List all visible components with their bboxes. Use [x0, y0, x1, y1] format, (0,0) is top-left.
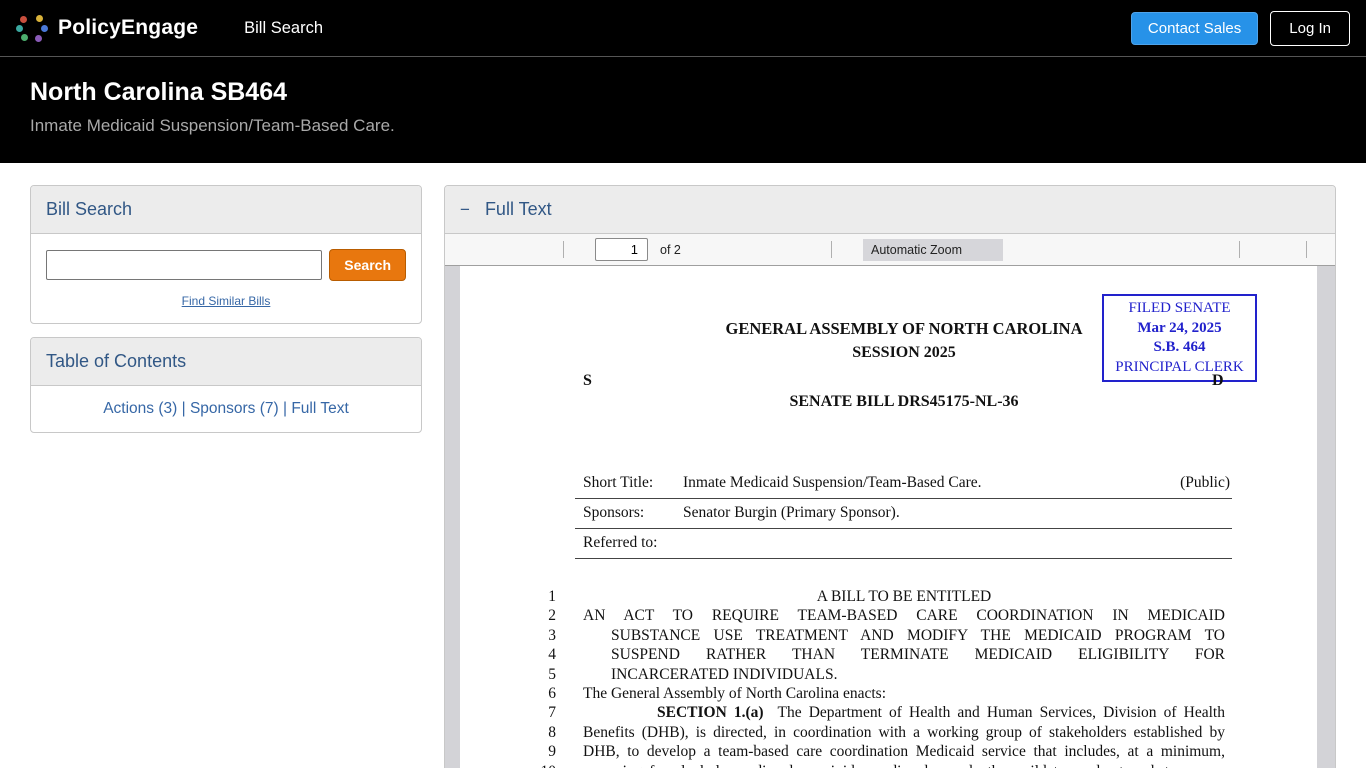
bill-text-lines: 1A BILL TO BE ENTITLED2AN ACT TO REQUIRE…: [583, 587, 1225, 768]
meta-label: Referred to:: [583, 534, 683, 552]
toolbar-separator: [1306, 241, 1307, 258]
line-number: 6: [513, 684, 556, 703]
table-of-contents-panel: Table of Contents Actions (3) | Sponsors…: [30, 337, 422, 433]
logo-dot: [16, 25, 23, 32]
logo-dot: [20, 16, 27, 23]
page-count-label: of 2: [660, 234, 681, 266]
contact-sales-button[interactable]: Contact Sales: [1131, 12, 1258, 45]
filed-senate-stamp: FILED SENATEMar 24, 2025S.B. 464PRINCIPA…: [1102, 294, 1257, 382]
pdf-toolbar: of 2 Automatic Zoom: [445, 234, 1335, 266]
main-column: − Full Text of 2 Automatic Zoom FILED SE…: [444, 185, 1336, 768]
bill-text-line: 4SUSPEND RATHER THAN TERMINATE MEDICAID …: [583, 645, 1225, 664]
meta-row: Referred to:: [575, 529, 1232, 559]
line-text: Benefits (DHB), is directed, in coordina…: [583, 723, 1225, 742]
full-text-panel-title: Full Text: [485, 199, 552, 220]
stamp-line: Mar 24, 2025: [1106, 319, 1253, 339]
full-text-panel: − Full Text of 2 Automatic Zoom FILED SE…: [444, 185, 1336, 768]
bill-meta-table: Short Title:Inmate Medicaid Suspension/T…: [575, 469, 1232, 559]
toc-links: Actions (3) | Sponsors (7) | Full Text: [31, 386, 421, 432]
meta-label: Short Title:: [583, 474, 683, 492]
pdf-scrollbar[interactable]: [1317, 266, 1335, 768]
line-text: SUSPEND RATHER THAN TERMINATE MEDICAID E…: [583, 645, 1225, 664]
brand-logo-icon: [16, 12, 48, 44]
nav-item-bill-search[interactable]: Bill Search: [244, 19, 323, 38]
pdf-viewer: FILED SENATEMar 24, 2025S.B. 464PRINCIPA…: [445, 266, 1335, 768]
line-number: 7: [513, 703, 556, 722]
line-text: A BILL TO BE ENTITLED: [583, 587, 1225, 606]
bill-text-line: 1A BILL TO BE ENTITLED: [583, 587, 1225, 606]
stamp-line: FILED SENATE: [1106, 299, 1253, 319]
chamber-markers: S D: [583, 372, 1225, 391]
login-button[interactable]: Log In: [1270, 11, 1350, 46]
meta-value: [683, 534, 1230, 552]
toc-link-0[interactable]: Actions (3): [103, 400, 177, 417]
meta-value: Senator Burgin (Primary Sponsor).: [683, 504, 1230, 522]
line-number: 3: [513, 626, 556, 645]
bill-search-input[interactable]: [46, 250, 322, 280]
meta-value: Inmate Medicaid Suspension/Team-Based Ca…: [683, 474, 1180, 492]
logo-dot: [41, 25, 48, 32]
line-number: 4: [513, 645, 556, 664]
line-text: DHB, to develop a team-based care coordi…: [583, 742, 1225, 761]
find-similar-bills-link[interactable]: Find Similar Bills: [46, 294, 406, 308]
toolbar-separator: [563, 241, 564, 258]
top-navbar: PolicyEngage Bill Search Contact Sales L…: [0, 0, 1366, 57]
logo-dot: [21, 34, 28, 41]
zoom-select[interactable]: Automatic Zoom: [863, 239, 1003, 261]
line-text: INCARCERATED INDIVIDUALS.: [583, 665, 1225, 684]
content-area: Bill Search Search Find Similar Bills Ta…: [0, 163, 1366, 768]
brand-name: PolicyEngage: [58, 16, 198, 40]
pdf-left-gutter: [445, 266, 460, 768]
toc-link-1[interactable]: Sponsors (7): [190, 400, 279, 417]
toc-link-2[interactable]: Full Text: [291, 400, 348, 417]
page-number-input[interactable]: [595, 238, 648, 261]
line-number: 9: [513, 742, 556, 761]
logo-dot: [35, 35, 42, 42]
bill-search-panel-title: Bill Search: [31, 186, 421, 234]
meta-label: Sponsors:: [583, 504, 683, 522]
stamp-line: S.B. 464: [1106, 338, 1253, 358]
search-button[interactable]: Search: [329, 249, 406, 281]
full-text-panel-header: − Full Text: [445, 186, 1335, 234]
pdf-page: FILED SENATEMar 24, 2025S.B. 464PRINCIPA…: [460, 266, 1317, 768]
line-text: screening for alcohol use disorder, opio…: [583, 762, 1225, 768]
chamber-right-marker: D: [1212, 372, 1224, 390]
bill-text-line: 10screening for alcohol use disorder, op…: [583, 762, 1225, 768]
line-number: 1: [513, 587, 556, 606]
section-label: SECTION 1.(a): [657, 704, 764, 721]
line-text: SUBSTANCE USE TREATMENT AND MODIFY THE M…: [583, 626, 1225, 645]
bill-number-heading: SENATE BILL DRS45175-NL-36: [583, 393, 1225, 411]
page-title: North Carolina SB464: [30, 78, 1336, 107]
logo-dot: [36, 15, 43, 22]
toc-panel-title: Table of Contents: [31, 338, 421, 386]
meta-row: Sponsors:Senator Burgin (Primary Sponsor…: [575, 499, 1232, 529]
line-text: The General Assembly of North Carolina e…: [583, 684, 1225, 703]
bill-text-line: 3SUBSTANCE USE TREATMENT AND MODIFY THE …: [583, 626, 1225, 645]
bill-search-panel-body: Search Find Similar Bills: [31, 234, 421, 323]
bill-text-line: 5INCARCERATED INDIVIDUALS.: [583, 665, 1225, 684]
line-number: 5: [513, 665, 556, 684]
line-text: SECTION 1.(a) The Department of Health a…: [583, 703, 1225, 722]
toolbar-separator: [1239, 241, 1240, 258]
bill-text-line: 8Benefits (DHB), is directed, in coordin…: [583, 723, 1225, 742]
line-number: 10: [513, 762, 556, 768]
chamber-left-marker: S: [583, 372, 592, 389]
bill-text-line: 2AN ACT TO REQUIRE TEAM-BASED CARE COORD…: [583, 606, 1225, 625]
collapse-toggle-icon[interactable]: −: [460, 200, 470, 220]
meta-row: Short Title:Inmate Medicaid Suspension/T…: [575, 469, 1232, 499]
line-number: 2: [513, 606, 556, 625]
page-subtitle: Inmate Medicaid Suspension/Team-Based Ca…: [30, 116, 1336, 136]
bill-header: North Carolina SB464 Inmate Medicaid Sus…: [0, 57, 1366, 163]
bill-text-line: 9DHB, to develop a team-based care coord…: [583, 742, 1225, 761]
bill-search-panel: Bill Search Search Find Similar Bills: [30, 185, 422, 324]
sidebar: Bill Search Search Find Similar Bills Ta…: [30, 185, 422, 768]
bill-text-line: 7SECTION 1.(a) The Department of Health …: [583, 703, 1225, 722]
toolbar-separator: [831, 241, 832, 258]
bill-text-line: 6The General Assembly of North Carolina …: [583, 684, 1225, 703]
meta-extra: (Public): [1180, 474, 1230, 492]
line-text: AN ACT TO REQUIRE TEAM-BASED CARE COORDI…: [583, 606, 1225, 625]
line-number: 8: [513, 723, 556, 742]
